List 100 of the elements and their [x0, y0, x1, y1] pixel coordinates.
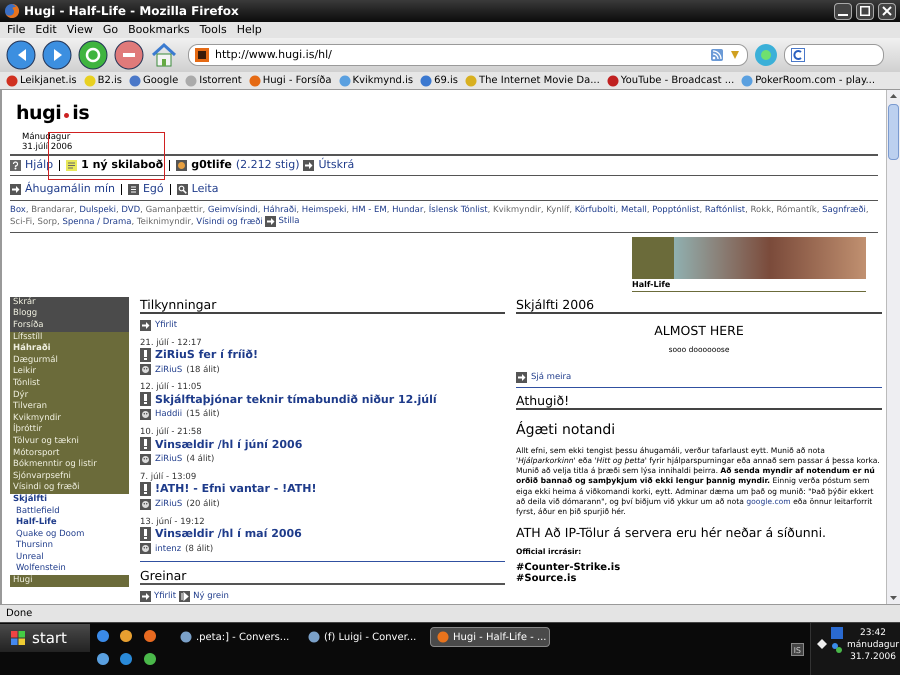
close-button[interactable]	[878, 2, 896, 20]
bookmark-link[interactable]: Google	[143, 73, 178, 88]
back-icon[interactable]	[6, 40, 36, 70]
sidebar-item[interactable]: Lífsstíll	[10, 332, 129, 344]
logout-link[interactable]: Útskrá	[318, 156, 354, 174]
category-link[interactable]: HM - EM	[352, 205, 387, 215]
nav-link[interactable]: Egó	[142, 180, 164, 198]
category-link[interactable]: Vísindi og fræði	[196, 216, 263, 227]
category-link[interactable]: Rokk	[750, 205, 772, 215]
new-article-link[interactable]: Ný grein	[193, 590, 229, 604]
bookmark-link[interactable]: Leikjanet.is	[20, 73, 77, 88]
sidebar-item[interactable]: Blogg	[10, 308, 129, 320]
quick-launch-icon[interactable]	[96, 629, 110, 643]
sidebar-item[interactable]: Íþróttir	[10, 424, 129, 436]
settings-link[interactable]: Stilla	[278, 216, 300, 227]
quick-launch-icon[interactable]	[142, 652, 157, 666]
category-link[interactable]: Sci-Fi	[10, 216, 32, 227]
category-link[interactable]: Körfubolti	[574, 205, 616, 215]
category-link[interactable]: Sagnfræði	[822, 205, 866, 215]
category-link[interactable]: Teiknimyndir	[136, 216, 191, 227]
category-link[interactable]: Metall	[621, 205, 647, 215]
menu-item[interactable]: Go	[102, 22, 118, 38]
bookmark-link[interactable]: Istorrent	[199, 73, 242, 88]
category-link[interactable]: Heimspeki	[302, 205, 346, 215]
nav-link[interactable]: Áhugamálin mín	[25, 180, 115, 198]
category-link[interactable]: Gamanþættir	[146, 205, 203, 215]
category-link[interactable]: Dulspeki	[79, 205, 116, 215]
sidebar-item[interactable]: Hugi	[10, 575, 129, 587]
author-link[interactable]: intenz	[155, 542, 182, 556]
author-link[interactable]: ZiRiuS	[155, 498, 182, 511]
author-link[interactable]: ZiRiuS	[155, 453, 182, 466]
menu-item[interactable]: View	[66, 22, 93, 38]
forward-icon[interactable]	[42, 40, 72, 70]
category-link[interactable]: Brandarar	[31, 205, 74, 215]
sidebar-item[interactable]: Mótorsport	[10, 448, 129, 460]
minimize-button[interactable]	[834, 2, 852, 20]
sidebar-subitem[interactable]: Half-Life	[10, 517, 129, 529]
sidebar-subitem[interactable]: Unreal	[10, 552, 129, 564]
stop-icon[interactable]	[114, 40, 144, 70]
sidebar-item[interactable]: Sjónvarpsefni	[10, 470, 129, 482]
category-link[interactable]: Popptónlist	[652, 205, 700, 215]
reload-icon[interactable]	[78, 40, 108, 70]
news-title-link[interactable]: Vinsældir /hl í júní 2006	[155, 438, 302, 451]
category-link[interactable]: Kvikmyndir	[493, 205, 541, 215]
category-link[interactable]: Hundar	[392, 205, 424, 215]
sidebar-item[interactable]: Forsíða	[10, 320, 129, 332]
sidebar-item[interactable]: Leikir	[10, 366, 129, 378]
sidebar-subitem[interactable]: Thursinn	[10, 540, 129, 552]
bookmark-link[interactable]: Kvikmynd.is	[352, 73, 414, 88]
scrollbar-thumb[interactable]	[888, 104, 899, 160]
overview-link[interactable]: Yfirlit	[155, 318, 178, 332]
sidebar-item[interactable]: Bókmenntir og listir	[10, 459, 129, 471]
category-link[interactable]: Rómantík	[776, 205, 817, 215]
diamond-icon[interactable]	[817, 639, 827, 649]
news-title-link[interactable]: ZiRiuS fer í fríið!	[155, 348, 258, 362]
menu-item[interactable]: File	[7, 22, 26, 38]
news-title-link[interactable]: Vinsældir /hl í maí 2006	[155, 527, 302, 540]
category-link[interactable]: Spenna / Drama	[62, 216, 132, 227]
bookmark-link[interactable]: YouTube - Broadcast ...	[620, 73, 734, 88]
language-indicator[interactable]: IS	[790, 643, 804, 656]
sidebar-item[interactable]: Tölvur og tækni	[10, 436, 129, 448]
sidebar-item[interactable]: Skrár	[10, 296, 129, 308]
taskbar-button[interactable]: Hugi - Half-Life - ...	[430, 627, 550, 647]
category-link[interactable]: Kynlíf	[546, 205, 570, 215]
more-link[interactable]: Sjá meira	[531, 370, 572, 384]
menu-item[interactable]: Help	[236, 22, 262, 38]
overview-link[interactable]: Yfirlit	[154, 590, 176, 604]
category-link[interactable]: Íslensk Tónlist	[428, 205, 488, 215]
sidebar-item[interactable]: Skjálfti	[10, 494, 129, 506]
sidebar-subitem[interactable]: Wolfenstein	[10, 563, 129, 576]
category-link[interactable]: Box	[10, 205, 26, 215]
messages-link[interactable]: 1 ný skilaboð	[81, 156, 164, 174]
author-link[interactable]: Haddii	[155, 408, 182, 422]
sidebar-item[interactable]: Tilveran	[10, 401, 129, 413]
search-field[interactable]	[784, 44, 884, 66]
sidebar-item[interactable]: Dægurmál	[10, 354, 129, 366]
category-link[interactable]: Geimvísindi	[208, 205, 258, 215]
category-link[interactable]: Háhraði	[263, 205, 296, 215]
bookmark-link[interactable]: B2.is	[98, 73, 122, 88]
quick-launch-icon[interactable]	[119, 629, 134, 643]
menu-item[interactable]: Edit	[35, 22, 57, 38]
menu-item[interactable]: Tools	[200, 22, 227, 38]
maximize-button[interactable]	[856, 2, 874, 20]
category-link[interactable]: Sorp	[38, 216, 58, 227]
address-field[interactable]: http://www.hugi.is/hl/	[188, 44, 748, 66]
sidebar-item[interactable]: Tónlist	[10, 378, 129, 390]
sidebar-item[interactable]: Dýr	[10, 390, 129, 402]
sidebar-subitem[interactable]: Battlefield	[10, 506, 129, 518]
bookmark-link[interactable]: Hugi - Forsíða	[262, 73, 332, 88]
category-link[interactable]: DVD	[121, 205, 140, 215]
bookmark-link[interactable]: The Internet Movie Da...	[478, 73, 600, 88]
scrollbar[interactable]	[886, 90, 900, 604]
category-link[interactable]: Raftónlist	[704, 205, 746, 215]
start-button[interactable]: start	[0, 624, 90, 652]
news-title-link[interactable]: !ATH! - Efni vantar - !ATH!	[155, 482, 317, 496]
bookmark-link[interactable]: PokerRoom.com - play...	[755, 73, 876, 88]
sidebar-subitem[interactable]: Quake og Doom	[10, 528, 129, 540]
sidebar-item[interactable]: Kvikmyndir	[10, 412, 129, 424]
sidebar-item[interactable]: Háhraði	[10, 343, 129, 355]
nav-link[interactable]: Leita	[192, 180, 218, 198]
